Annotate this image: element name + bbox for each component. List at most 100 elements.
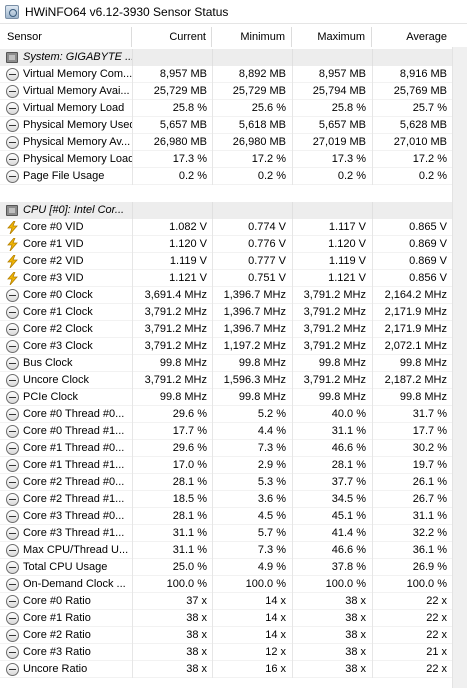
minimum-value: 5.2 % bbox=[212, 406, 292, 423]
sensor-name: Core #3 Thread #0... bbox=[23, 510, 125, 522]
average-value: 8,916 MB bbox=[372, 66, 452, 83]
sensor-row[interactable]: Core #3 Ratio 38 x 12 x 38 x 21 x bbox=[0, 644, 452, 661]
minimum-value: 2.9 % bbox=[212, 457, 292, 474]
sensor-row[interactable]: Uncore Clock 3,791.2 MHz 1,596.3 MHz 3,791.… bbox=[0, 372, 452, 389]
column-header-minimum[interactable]: Minimum bbox=[212, 27, 292, 47]
current-value: 3,791.2 MHz bbox=[132, 372, 212, 389]
minimum-value: 5.3 % bbox=[212, 474, 292, 491]
sensor-icon bbox=[6, 391, 19, 404]
sensor-row[interactable]: Core #0 Ratio 37 x 14 x 38 x 22 x bbox=[0, 593, 452, 610]
sensor-row[interactable]: Core #1 Clock 3,791.2 MHz 1,396.7 MHz 3,791… bbox=[0, 304, 452, 321]
column-header-current[interactable]: Current bbox=[132, 27, 212, 47]
maximum-value: 3,791.2 MHz bbox=[292, 321, 372, 338]
sensor-name bbox=[0, 185, 132, 202]
minimum-value: 14 x bbox=[212, 593, 292, 610]
hwinfo-app-icon bbox=[5, 5, 19, 19]
sensor-icon bbox=[6, 425, 19, 438]
sensor-group-row[interactable]: System: GIGABYTE ... bbox=[0, 49, 452, 66]
sensor-row[interactable]: Core #2 Ratio 38 x 14 x 38 x 22 x bbox=[0, 627, 452, 644]
average-value: 99.8 MHz bbox=[372, 389, 452, 406]
minimum-value: 4.4 % bbox=[212, 423, 292, 440]
minimum-value: 0.751 V bbox=[212, 270, 292, 287]
sensor-row[interactable]: Core #0 VID 1.082 V 0.774 V 1.117 V 0.865 V bbox=[0, 219, 452, 236]
average-value: 2,171.9 MHz bbox=[372, 304, 452, 321]
sensor-row[interactable]: Core #0 Clock 3,691.4 MHz 1,396.7 MHz 3,791… bbox=[0, 287, 452, 304]
sensor-row[interactable]: Virtual Memory Avai... 25,729 MB 25,729 MB… bbox=[0, 83, 452, 100]
sensor-row[interactable]: Core #3 VID 1.121 V 0.751 V 1.121 V 0.856 V bbox=[0, 270, 452, 287]
minimum-value: 4.5 % bbox=[212, 508, 292, 525]
sensor-row[interactable]: Core #0 Thread #0... 29.6 % 5.2 % 40.0 % 31.… bbox=[0, 406, 452, 423]
average-value bbox=[372, 49, 452, 66]
average-value: 100.0 % bbox=[372, 576, 452, 593]
current-value: 28.1 % bbox=[132, 474, 212, 491]
sensor-row[interactable]: Max CPU/Thread U... 31.1 % 7.3 % 46.6 % 36.1… bbox=[0, 542, 452, 559]
average-value: 22 x bbox=[372, 661, 452, 678]
average-value: 36.1 % bbox=[372, 542, 452, 559]
minimum-value: 4.9 % bbox=[212, 559, 292, 576]
column-header-sensor[interactable]: Sensor bbox=[0, 27, 132, 47]
sensor-row[interactable]: PCIe Clock 99.8 MHz 99.8 MHz 99.8 MHz 99.8 M… bbox=[0, 389, 452, 406]
sensor-name: Uncore Ratio bbox=[23, 663, 88, 675]
sensor-row[interactable]: Core #0 Thread #1... 17.7 % 4.4 % 31.1 % 17.… bbox=[0, 423, 452, 440]
maximum-value: 3,791.2 MHz bbox=[292, 372, 372, 389]
sensor-icon bbox=[6, 442, 19, 455]
sensor-row[interactable]: Uncore Ratio 38 x 16 x 38 x 22 x bbox=[0, 661, 452, 678]
sensor-name: Core #3 Clock bbox=[23, 340, 93, 352]
average-value: 32.2 % bbox=[372, 525, 452, 542]
sensor-row[interactable]: On-Demand Clock ... 100.0 % 100.0 % 100.0 %… bbox=[0, 576, 452, 593]
sensor-icon bbox=[6, 119, 19, 132]
sensor-name: Core #1 VID bbox=[23, 238, 84, 250]
sensor-name: Core #1 Thread #1... bbox=[23, 459, 125, 471]
current-value: 31.1 % bbox=[132, 525, 212, 542]
maximum-value: 17.3 % bbox=[292, 151, 372, 168]
sensor-row[interactable]: Core #1 Thread #1... 17.0 % 2.9 % 28.1 % 19.… bbox=[0, 457, 452, 474]
sensor-icon bbox=[6, 374, 19, 387]
average-value bbox=[372, 185, 452, 202]
sensor-row[interactable]: Bus Clock 99.8 MHz 99.8 MHz 99.8 MHz 99.8 MH… bbox=[0, 355, 452, 372]
sensor-row[interactable]: Core #3 Clock 3,791.2 MHz 1,197.2 MHz 3,791… bbox=[0, 338, 452, 355]
sensor-group-row[interactable]: CPU [#0]: Intel Cor... bbox=[0, 202, 452, 219]
sensor-icon bbox=[6, 357, 19, 370]
sensor-row[interactable]: Core #1 Thread #0... 29.6 % 7.3 % 46.6 % 30.… bbox=[0, 440, 452, 457]
sensor-row[interactable]: Core #2 Clock 3,791.2 MHz 1,396.7 MHz 3,791… bbox=[0, 321, 452, 338]
sensor-row[interactable]: Physical Memory Used 5,657 MB 5,618 MB 5,65… bbox=[0, 117, 452, 134]
sensor-row[interactable]: Core #1 Ratio 38 x 14 x 38 x 22 x bbox=[0, 610, 452, 627]
minimum-value: 0.2 % bbox=[212, 168, 292, 185]
maximum-value: 27,019 MB bbox=[292, 134, 372, 151]
current-value: 100.0 % bbox=[132, 576, 212, 593]
column-header-average[interactable]: Average bbox=[372, 27, 452, 47]
sensor-row[interactable]: Page File Usage 0.2 % 0.2 % 0.2 % 0.2 % bbox=[0, 168, 452, 185]
sensor-icon bbox=[6, 136, 19, 149]
average-value: 22 x bbox=[372, 610, 452, 627]
maximum-value: 40.0 % bbox=[292, 406, 372, 423]
sensor-icon bbox=[6, 459, 19, 472]
maximum-value: 38 x bbox=[292, 661, 372, 678]
maximum-value: 3,791.2 MHz bbox=[292, 287, 372, 304]
sensor-icon bbox=[6, 612, 19, 625]
sensor-name: Core #0 Clock bbox=[23, 289, 93, 301]
minimum-value: 25,729 MB bbox=[212, 83, 292, 100]
sensor-row[interactable]: Core #1 VID 1.120 V 0.776 V 1.120 V 0.869 V bbox=[0, 236, 452, 253]
sensor-row[interactable]: Virtual Memory Load 25.8 % 25.6 % 25.8 % 25.… bbox=[0, 100, 452, 117]
sensor-row[interactable]: Physical Memory Load 17.3 % 17.2 % 17.3 % 17… bbox=[0, 151, 452, 168]
maximum-value: 45.1 % bbox=[292, 508, 372, 525]
vertical-scrollbar[interactable] bbox=[452, 47, 467, 688]
current-value: 1.120 V bbox=[132, 236, 212, 253]
average-value: 17.2 % bbox=[372, 151, 452, 168]
column-header-maximum[interactable]: Maximum bbox=[292, 27, 372, 47]
sensor-row[interactable]: Core #2 VID 1.119 V 0.777 V 1.119 V 0.869 V bbox=[0, 253, 452, 270]
sensor-row[interactable]: Total CPU Usage 25.0 % 4.9 % 37.8 % 26.9 % bbox=[0, 559, 452, 576]
sensor-row[interactable]: Physical Memory Av... 26,980 MB 26,980 MB 2… bbox=[0, 134, 452, 151]
sensor-row[interactable]: Core #3 Thread #0... 28.1 % 4.5 % 45.1 % 31.… bbox=[0, 508, 452, 525]
sensor-row[interactable]: Virtual Memory Com... 8,957 MB 8,892 MB 8,9… bbox=[0, 66, 452, 83]
sensor-row[interactable]: Core #2 Thread #0... 28.1 % 5.3 % 37.7 % 26.… bbox=[0, 474, 452, 491]
sensor-icon bbox=[6, 578, 19, 591]
current-value: 25.0 % bbox=[132, 559, 212, 576]
sensor-row[interactable]: Core #2 Thread #1... 18.5 % 3.6 % 34.5 % 26.… bbox=[0, 491, 452, 508]
average-value: 0.856 V bbox=[372, 270, 452, 287]
sensor-row[interactable]: Core #3 Thread #1... 31.1 % 5.7 % 41.4 % 32.… bbox=[0, 525, 452, 542]
maximum-value: 46.6 % bbox=[292, 440, 372, 457]
current-value bbox=[132, 185, 212, 202]
current-value: 17.0 % bbox=[132, 457, 212, 474]
current-value: 37 x bbox=[132, 593, 212, 610]
